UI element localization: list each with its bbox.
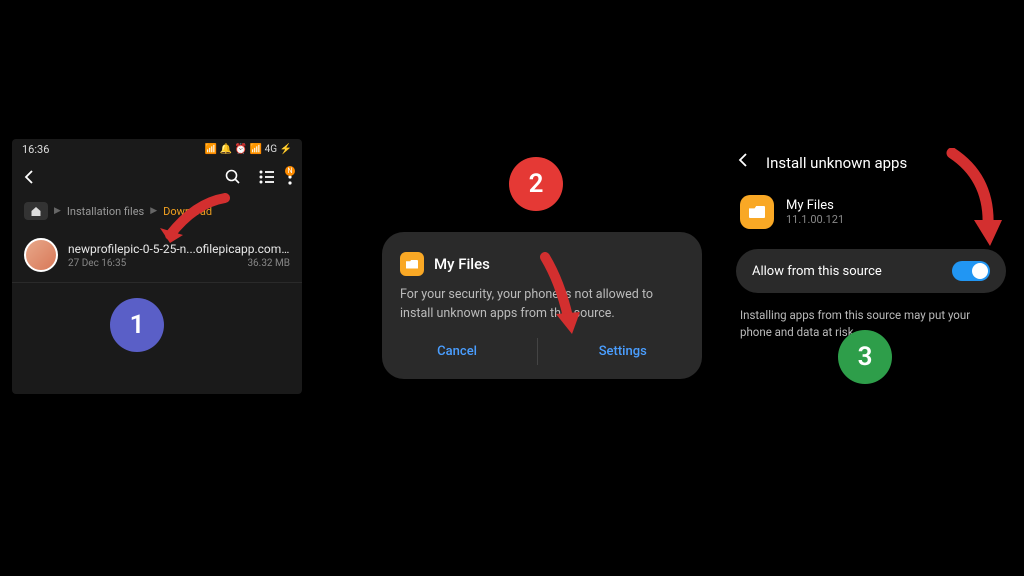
breadcrumb-part[interactable]: Installation files — [67, 205, 144, 218]
more-icon[interactable]: N — [288, 169, 292, 189]
dialog-body: For your security, your phone is not all… — [400, 286, 684, 324]
file-manager-panel: 16:36 📶 🔔 ⏰ 📶 4G ⚡ N ▶ Installation file… — [12, 139, 302, 394]
toggle-switch[interactable] — [952, 261, 990, 281]
page-header: Install unknown apps — [736, 152, 1006, 173]
file-name: newprofilepic-0-5-25-n...ofilepicapp.com… — [68, 242, 290, 256]
app-version: 11.1.00.121 — [786, 213, 844, 226]
breadcrumb: ▶ Installation files ▶ Download — [12, 198, 302, 224]
file-list-item[interactable]: newprofilepic-0-5-25-n...ofilepicapp.com… — [12, 228, 302, 283]
chevron-right-icon: ▶ — [150, 206, 157, 216]
dialog-actions: Cancel Settings — [400, 338, 684, 365]
home-icon[interactable] — [24, 202, 48, 220]
file-meta: 27 Dec 16:35 36.32 MB — [68, 258, 290, 269]
folder-icon — [740, 195, 774, 229]
file-info: newprofilepic-0-5-25-n...ofilepicapp.com… — [68, 242, 290, 269]
allow-toggle-row[interactable]: Allow from this source — [736, 249, 1006, 293]
app-row: My Files 11.1.00.121 — [736, 189, 1006, 235]
file-size: 36.32 MB — [247, 258, 290, 269]
install-unknown-panel: Install unknown apps My Files 11.1.00.12… — [736, 152, 1006, 342]
page-title: Install unknown apps — [766, 154, 907, 172]
step-badge-1: 1 — [110, 298, 164, 352]
step-badge-2: 2 — [509, 157, 563, 211]
breadcrumb-current[interactable]: Download — [163, 205, 212, 218]
cancel-button[interactable]: Cancel — [423, 338, 491, 365]
settings-button[interactable]: Settings — [585, 338, 661, 365]
divider — [537, 338, 538, 365]
toggle-label: Allow from this source — [752, 264, 882, 279]
clock-time: 16:36 — [22, 143, 49, 156]
back-icon[interactable] — [22, 169, 38, 190]
search-icon[interactable] — [224, 168, 242, 190]
app-name: My Files — [786, 198, 844, 213]
step-badge-3: 3 — [838, 330, 892, 384]
notification-badge-icon: N — [285, 166, 295, 176]
file-date: 27 Dec 16:35 — [68, 258, 126, 269]
security-dialog: My Files For your security, your phone i… — [382, 232, 702, 379]
file-avatar-icon — [24, 238, 58, 272]
list-view-icon[interactable] — [258, 168, 276, 190]
chevron-right-icon: ▶ — [54, 206, 61, 216]
app-info: My Files 11.1.00.121 — [786, 198, 844, 226]
status-icons: 📶 🔔 ⏰ 📶 4G ⚡ — [205, 144, 292, 155]
back-icon[interactable] — [736, 152, 752, 173]
dialog-title: My Files — [434, 255, 490, 273]
top-bar: N — [12, 160, 302, 198]
status-bar: 16:36 📶 🔔 ⏰ 📶 4G ⚡ — [12, 139, 302, 160]
folder-icon — [400, 252, 424, 276]
dialog-header: My Files — [400, 252, 684, 276]
